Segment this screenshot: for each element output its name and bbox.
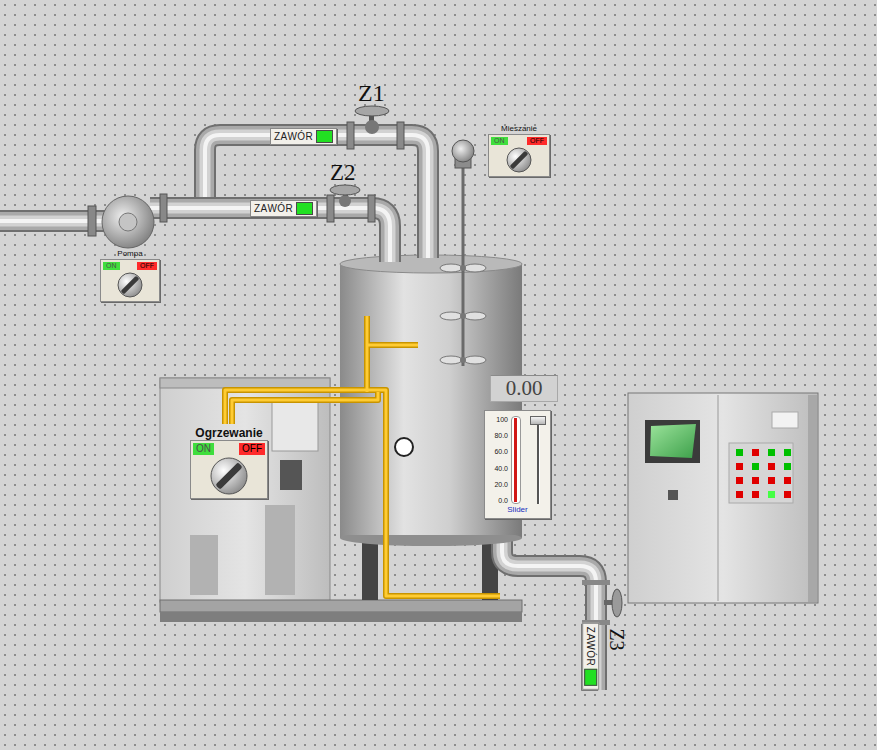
switch-title: Pompa: [117, 249, 142, 259]
valve-label: ZAWÓR: [585, 627, 596, 666]
slider-thumb[interactable]: [530, 416, 546, 425]
indicator-lamp: [752, 449, 759, 456]
switch-title: Ogrzewanie: [195, 426, 262, 440]
indicator-lamp: [784, 477, 791, 484]
scale-tick: 60.0: [494, 448, 508, 455]
knob-icon[interactable]: [506, 147, 532, 173]
base-plate-edge: [160, 612, 522, 622]
on-label: ON: [491, 137, 508, 145]
indicator-lamp: [784, 449, 791, 456]
switch-title: Mieszanie: [501, 124, 537, 134]
slider-scale: 100 80.0 60.0 40.0 20.0 0.0: [488, 416, 508, 504]
switch-box[interactable]: ON OFF: [488, 134, 550, 177]
thermometer: [511, 416, 521, 504]
rotary-switch[interactable]: Pompa ON OFF: [100, 249, 160, 302]
control-cabinet: [628, 393, 818, 603]
off-label: OFF: [239, 443, 265, 455]
valve-handwheel-icon[interactable]: [612, 589, 622, 617]
off-label: OFF: [527, 137, 547, 145]
valve-status[interactable]: ZAWÓR: [250, 200, 317, 217]
off-label: OFF: [137, 262, 157, 270]
on-label: ON: [103, 262, 120, 270]
knob-icon[interactable]: [210, 457, 248, 495]
value-display: 0.00: [490, 375, 558, 402]
pump-icon[interactable]: [102, 196, 154, 248]
knob-icon[interactable]: [117, 272, 143, 298]
indicator-lamp: [784, 491, 791, 498]
valve-status[interactable]: ZAWÓR: [582, 623, 599, 690]
indicator-lamp: [736, 463, 743, 470]
temperature-slider[interactable]: 100 80.0 60.0 40.0 20.0 0.0 Slider: [484, 410, 551, 519]
valve-name: Z1: [358, 80, 385, 107]
slider-track[interactable]: [530, 416, 546, 504]
slider-label: Slider: [507, 506, 527, 515]
indicator-lamp: [736, 449, 743, 456]
rotary-switch[interactable]: Mieszanie ON OFF: [488, 124, 550, 177]
mixer: [440, 140, 486, 366]
valve-label: ZAWÓR: [274, 131, 313, 142]
valve-indicator: [296, 202, 313, 215]
hmi-canvas: ZAWÓRZ1ZAWÓRZ2ZAWÓRZ3PompaONOFFMieszanie…: [0, 0, 877, 750]
valve-handwheel-icon[interactable]: [330, 185, 360, 195]
switch-box[interactable]: ON OFF: [100, 259, 160, 302]
indicator-lamp: [752, 463, 759, 470]
tank-leg: [362, 536, 378, 600]
switch-box[interactable]: ON OFF: [190, 440, 268, 499]
indicator-lamp: [768, 463, 775, 470]
sight-glass-icon: [395, 438, 413, 456]
scale-tick: 20.0: [494, 481, 508, 488]
scale-tick: 0.0: [498, 497, 508, 504]
rotary-switch[interactable]: Ogrzewanie ON OFF: [190, 426, 268, 499]
indicator-lamp: [752, 491, 759, 498]
indicator-lamp: [736, 477, 743, 484]
valve-name: Z3: [605, 628, 628, 650]
indicator-lamp: [768, 477, 775, 484]
hmi-screen[interactable]: [645, 420, 700, 463]
valve-label: ZAWÓR: [254, 203, 293, 214]
indicator-lamp: [768, 491, 775, 498]
valve-indicator: [584, 669, 597, 686]
on-label: ON: [193, 443, 214, 455]
indicator-lamp: [784, 463, 791, 470]
heater-unit: [160, 378, 330, 602]
valve-status[interactable]: ZAWÓR: [270, 128, 337, 145]
scale-tick: 80.0: [494, 432, 508, 439]
process-diagram: [0, 0, 877, 750]
scale-tick: 40.0: [494, 465, 508, 472]
indicator-lamp: [736, 491, 743, 498]
valve-indicator: [316, 130, 333, 143]
indicator-lamp: [752, 477, 759, 484]
scale-tick: 100: [496, 416, 508, 423]
valve-handwheel-icon[interactable]: [355, 106, 389, 116]
base-plate: [160, 600, 522, 612]
indicator-lamp: [768, 449, 775, 456]
valve-name: Z2: [330, 160, 356, 186]
